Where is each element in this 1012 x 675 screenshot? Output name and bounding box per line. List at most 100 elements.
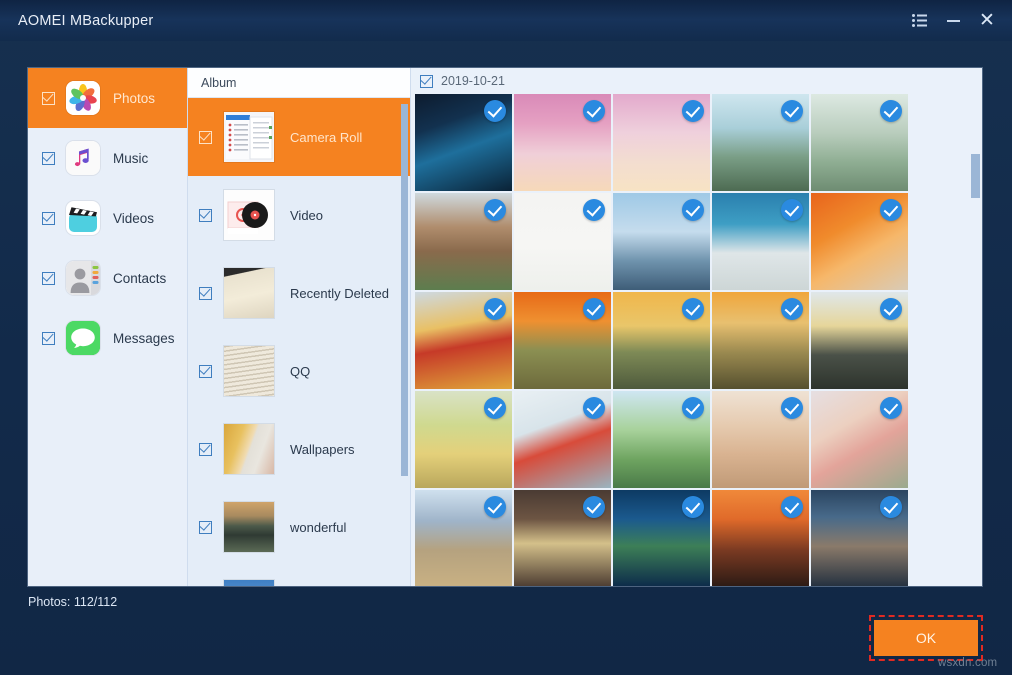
- album-panel: Album: [188, 68, 411, 586]
- messages-app-icon: [66, 321, 100, 355]
- photo-grid: [415, 94, 968, 586]
- photo-selected-check-icon[interactable]: [484, 199, 506, 221]
- album-item-video[interactable]: Video: [188, 176, 410, 254]
- photo-cell[interactable]: [613, 193, 710, 290]
- photo-selected-check-icon[interactable]: [583, 199, 605, 221]
- app-window: AOMEI MBackupper ✕: [0, 0, 1012, 675]
- photo-selected-check-icon[interactable]: [682, 397, 704, 419]
- photo-cell[interactable]: [613, 292, 710, 389]
- photo-cell[interactable]: [712, 193, 809, 290]
- album-scrollbar-thumb[interactable]: [401, 104, 408, 476]
- photo-selected-check-icon[interactable]: [880, 298, 902, 320]
- album-label-qq: QQ: [290, 364, 310, 379]
- date-group-label: 2019-10-21: [441, 74, 505, 88]
- photo-selected-check-icon[interactable]: [781, 100, 803, 122]
- photos-icon-art: [66, 81, 100, 115]
- photo-cell[interactable]: [415, 391, 512, 488]
- checkbox-photos[interactable]: [42, 92, 55, 105]
- sidebar-item-music[interactable]: Music: [28, 128, 187, 188]
- photo-cell[interactable]: [415, 193, 512, 290]
- photo-selected-check-icon[interactable]: [583, 397, 605, 419]
- album-item-wonderful[interactable]: wonderful: [188, 488, 410, 566]
- checkbox-camera-roll[interactable]: [199, 131, 212, 144]
- photo-cell[interactable]: [514, 391, 611, 488]
- photo-cell[interactable]: [613, 94, 710, 191]
- photo-cell[interactable]: [811, 193, 908, 290]
- album-item-partial[interactable]: [188, 566, 410, 586]
- album-item-camera-roll[interactable]: Camera Roll: [188, 98, 410, 176]
- sidebar-item-videos[interactable]: Videos: [28, 188, 187, 248]
- photo-cell[interactable]: [712, 391, 809, 488]
- checkbox-contacts[interactable]: [42, 272, 55, 285]
- photo-selected-check-icon[interactable]: [781, 199, 803, 221]
- photo-selected-check-icon[interactable]: [781, 397, 803, 419]
- photo-selected-check-icon[interactable]: [484, 100, 506, 122]
- date-group-header[interactable]: 2019-10-21: [411, 68, 982, 94]
- title-bar: AOMEI MBackupper ✕: [0, 0, 1012, 41]
- checkbox-videos[interactable]: [42, 212, 55, 225]
- category-sidebar: Photos Music: [28, 68, 188, 586]
- photo-cell[interactable]: [811, 94, 908, 191]
- album-thumbnail: [224, 346, 274, 396]
- checkbox-messages[interactable]: [42, 332, 55, 345]
- photo-selected-check-icon[interactable]: [682, 199, 704, 221]
- photo-selected-check-icon[interactable]: [583, 100, 605, 122]
- photo-selected-check-icon[interactable]: [781, 298, 803, 320]
- photo-cell[interactable]: [811, 490, 908, 586]
- photo-cell[interactable]: [712, 94, 809, 191]
- photo-cell[interactable]: [712, 292, 809, 389]
- album-item-wallpapers[interactable]: Wallpapers: [188, 410, 410, 488]
- album-item-qq[interactable]: QQ: [188, 332, 410, 410]
- sidebar-item-messages[interactable]: Messages: [28, 308, 187, 368]
- sidebar-item-contacts[interactable]: Contacts: [28, 248, 187, 308]
- photo-selected-check-icon[interactable]: [682, 496, 704, 518]
- photo-selected-check-icon[interactable]: [781, 496, 803, 518]
- photo-selected-check-icon[interactable]: [682, 298, 704, 320]
- checkbox-wallpapers[interactable]: [199, 443, 212, 456]
- checkbox-qq[interactable]: [199, 365, 212, 378]
- photo-selected-check-icon[interactable]: [583, 496, 605, 518]
- photos-app-icon: [66, 81, 100, 115]
- photo-selected-check-icon[interactable]: [880, 496, 902, 518]
- album-thumbnail: [224, 502, 274, 552]
- photo-cell[interactable]: [811, 391, 908, 488]
- minimize-button[interactable]: [936, 6, 970, 36]
- ok-button[interactable]: OK: [874, 620, 978, 656]
- album-item-recently-deleted[interactable]: Recently Deleted: [188, 254, 410, 332]
- photo-selected-check-icon[interactable]: [880, 397, 902, 419]
- photo-cell[interactable]: [415, 490, 512, 586]
- sidebar-label-videos: Videos: [113, 211, 154, 226]
- photo-cell[interactable]: [514, 94, 611, 191]
- sidebar-item-photos[interactable]: Photos: [28, 68, 187, 128]
- album-thumbnail: [224, 580, 274, 586]
- checkbox-video[interactable]: [199, 209, 212, 222]
- checkbox-music[interactable]: [42, 152, 55, 165]
- photo-cell[interactable]: [415, 292, 512, 389]
- photo-selected-check-icon[interactable]: [583, 298, 605, 320]
- contacts-person-icon: [66, 261, 100, 295]
- checkbox-date-group[interactable]: [420, 75, 433, 88]
- close-button[interactable]: ✕: [970, 6, 1004, 36]
- photo-cell[interactable]: [613, 490, 710, 586]
- photo-selected-check-icon[interactable]: [880, 199, 902, 221]
- window-controls: ✕: [902, 0, 1004, 41]
- screenshot-thumb-art: [224, 112, 274, 162]
- checkbox-wonderful[interactable]: [199, 521, 212, 534]
- music-note-icon: [66, 141, 100, 175]
- photo-cell[interactable]: [415, 94, 512, 191]
- album-header: Album: [188, 68, 410, 98]
- photo-cell[interactable]: [514, 292, 611, 389]
- checkbox-recently-deleted[interactable]: [199, 287, 212, 300]
- photo-cell[interactable]: [514, 490, 611, 586]
- photo-cell[interactable]: [712, 490, 809, 586]
- photo-grid-scrollbar-thumb[interactable]: [971, 154, 980, 198]
- photo-selected-check-icon[interactable]: [484, 298, 506, 320]
- photo-cell[interactable]: [514, 193, 611, 290]
- photo-cell[interactable]: [811, 292, 908, 389]
- menu-list-button[interactable]: [902, 6, 936, 36]
- photo-selected-check-icon[interactable]: [682, 100, 704, 122]
- photo-cell[interactable]: [613, 391, 710, 488]
- photo-selected-check-icon[interactable]: [484, 496, 506, 518]
- photo-selected-check-icon[interactable]: [880, 100, 902, 122]
- photo-selected-check-icon[interactable]: [484, 397, 506, 419]
